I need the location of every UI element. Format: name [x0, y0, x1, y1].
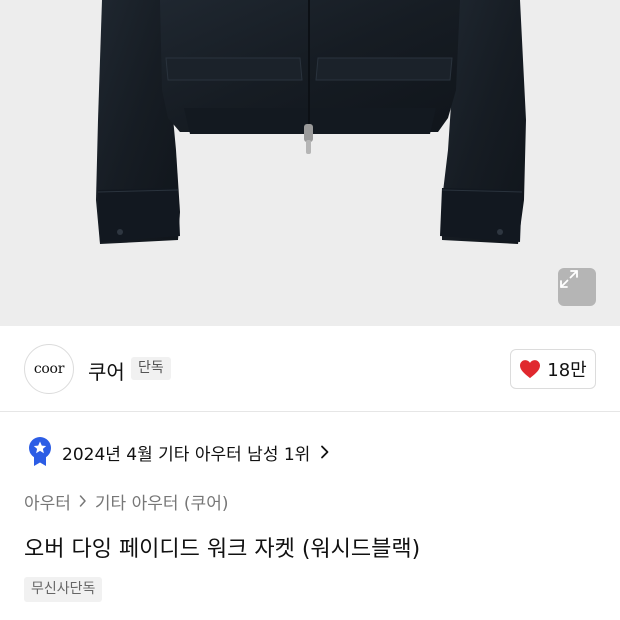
product-title: 오버 다잉 페이디드 워크 자켓 (워시드블랙)	[24, 537, 421, 562]
jacket-image	[96, 0, 526, 244]
expand-icon	[560, 270, 578, 288]
breadcrumb-subcategory[interactable]: 기타 아우터 (쿠어)	[95, 489, 229, 514]
brand-logo[interactable]: coor	[24, 344, 74, 394]
like-button[interactable]: 18만	[510, 349, 596, 389]
exclusive-tag: 무신사단독	[24, 577, 103, 602]
brand-row: coor 쿠어 단독 18만	[0, 326, 620, 412]
brand-logo-text: coor	[33, 361, 65, 377]
chevron-right-icon	[321, 445, 329, 459]
ranking-text: 2024년 4월 기타 아우터 남성 1위	[62, 444, 311, 465]
heart-icon	[520, 360, 541, 379]
exclusive-badge: 단독	[131, 357, 171, 380]
rank-medal-icon	[29, 437, 51, 466]
ranking-link[interactable]: 2024년 4월 기타 아우터 남성 1위	[28, 436, 330, 468]
product-image[interactable]	[0, 0, 620, 326]
breadcrumb-category[interactable]: 아우터	[24, 489, 71, 514]
expand-image-button[interactable]	[558, 268, 596, 306]
chevron-right-icon	[79, 495, 86, 507]
breadcrumb-separator	[79, 495, 87, 507]
like-count: 18만	[547, 360, 587, 381]
brand-name[interactable]: 쿠어	[88, 356, 125, 385]
breadcrumb: 아우터 기타 아우터 (쿠어)	[24, 489, 229, 514]
